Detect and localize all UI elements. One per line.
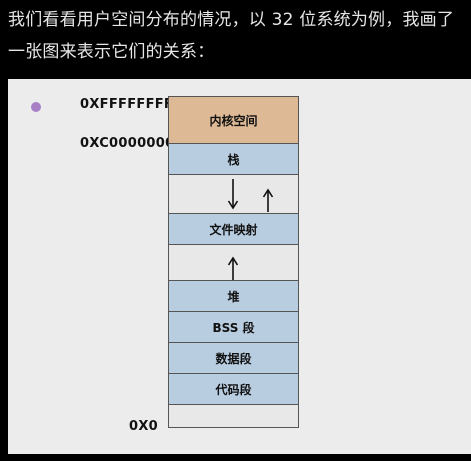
- segment-code: 代码段: [169, 374, 298, 405]
- arrow-up-icon: [262, 188, 274, 212]
- segment-bss: BSS 段: [169, 312, 298, 343]
- address-bottom-label: 0X0: [129, 419, 159, 434]
- segment-kernel-space: 内核空间: [169, 97, 298, 144]
- gap-bottom: [169, 405, 298, 427]
- memory-layout-figure: 0XFFFFFFFF 0XC0000000 0X0 内核空间 栈 文件映射 堆 …: [8, 79, 471, 454]
- arrow-down-icon: [227, 179, 239, 210]
- memory-column: 内核空间 栈 文件映射 堆 BSS 段 数据段 代码段: [168, 96, 299, 428]
- segment-stack: 栈: [169, 144, 298, 175]
- segment-file-mapping: 文件映射: [169, 214, 298, 245]
- address-top-label: 0XFFFFFFFF: [80, 97, 174, 112]
- bullet-dot: [31, 102, 41, 112]
- segment-heap: 堆: [169, 281, 298, 312]
- intro-paragraph: 我们看看用户空间分布的情况，以 32 位系统为例，我画了一张图来表示它们的关系：: [8, 10, 455, 62]
- address-kernel-boundary-label: 0XC0000000: [80, 136, 175, 151]
- arrow-up-icon: [227, 256, 239, 280]
- segment-data: 数据段: [169, 343, 298, 374]
